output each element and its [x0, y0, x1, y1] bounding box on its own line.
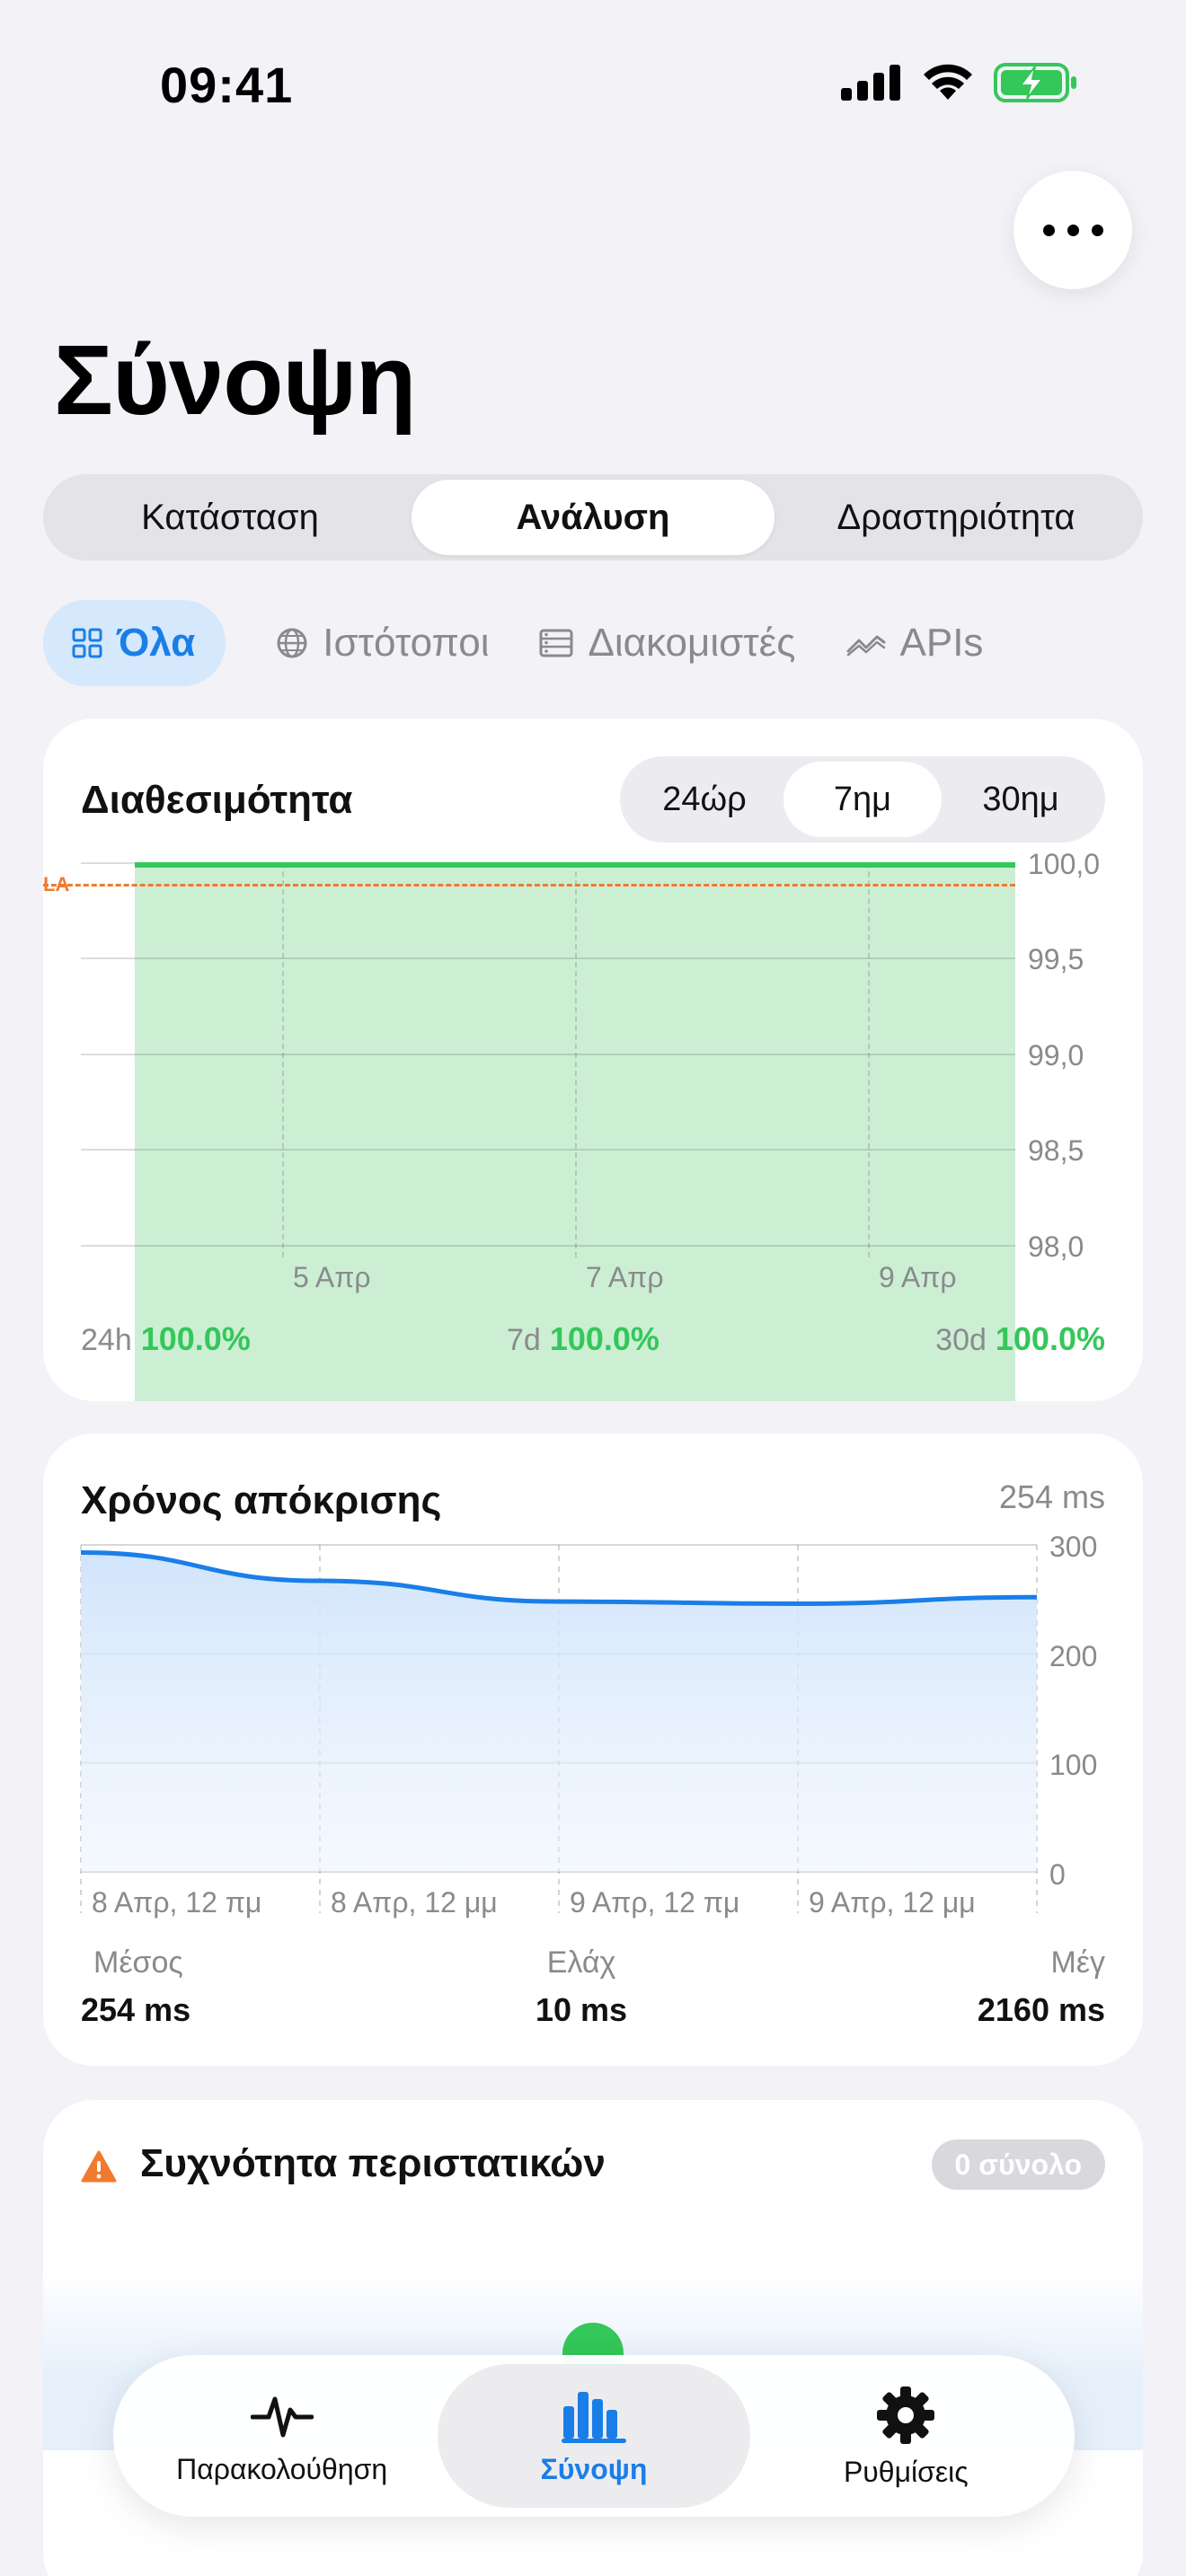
summary-value: 100.0% — [549, 1320, 659, 1357]
y-tick-label: 98,0 — [1028, 1231, 1084, 1263]
more-button[interactable] — [1013, 171, 1132, 289]
x-tick-label: 9 Απρ, 12 πμ — [570, 1886, 740, 1919]
grid-line — [81, 1054, 1015, 1055]
stat-value: 10 ms — [535, 1991, 628, 2028]
stat-min: Ελάχ 10 ms — [535, 1945, 627, 2029]
x-tick-label: 9 Απρ, 12 μμ — [809, 1886, 976, 1919]
view-segmented-control: Κατάσταση Ανάλυση Δραστηριότητα — [43, 474, 1143, 560]
cellular-signal-icon — [841, 65, 900, 101]
status-icons — [841, 63, 1078, 102]
range-30d[interactable]: 30ημ — [942, 762, 1100, 837]
incidents-count-badge: 0 σύνολο — [931, 2139, 1105, 2190]
y-tick-label: 99,0 — [1028, 1039, 1084, 1072]
stat-max: Μέγ 2160 ms — [978, 1945, 1105, 2029]
grid-icon — [72, 628, 102, 658]
filter-chip-label: Όλα — [117, 621, 196, 665]
availability-card: LA Διαθεσιμότητα 24ώρ 7ημ 30ημ 100,0 99,… — [43, 719, 1143, 1401]
filter-chip-all[interactable]: Όλα — [43, 600, 226, 686]
tab-label: Παρακολούθηση — [176, 2452, 388, 2485]
segment-activity[interactable]: Δραστηριότητα — [774, 480, 1137, 555]
app-screen: 09:41 Σύνοψη Κατάσταση Ανάλυση Δραστηριό — [0, 0, 1186, 2576]
y-tick-label: 100,0 — [1028, 848, 1101, 880]
y-tick-label: 99,5 — [1028, 943, 1084, 975]
segment-status[interactable]: Κατάσταση — [49, 480, 412, 555]
availability-title: Διαθεσιμότητα — [81, 778, 353, 822]
stat-label: Μέγ — [1050, 1945, 1105, 1980]
tab-settings[interactable]: Ρυθμίσεις — [750, 2364, 1062, 2508]
x-tick-label: 8 Απρ, 12 πμ — [92, 1886, 262, 1919]
segment-analysis[interactable]: Ανάλυση — [412, 480, 774, 555]
summary-value: 100.0% — [995, 1320, 1105, 1357]
response-time-card: Χρόνος απόκρισης 254 ms 300 200 100 0 8 … — [43, 1434, 1143, 2066]
incidents-title: Συχνότητα περιστατικών — [140, 2141, 606, 2185]
x-tick-label: 5 Απρ — [293, 1261, 371, 1293]
filter-chip-servers[interactable]: Διακομιστές — [539, 600, 796, 686]
server-icon — [539, 629, 573, 657]
y-tick-label: 98,5 — [1028, 1134, 1084, 1167]
stat-average: Μέσος 254 ms — [81, 1945, 190, 2029]
x-tick-label: 7 Απρ — [586, 1261, 664, 1293]
sla-label: LA — [43, 873, 70, 895]
range-24h[interactable]: 24ώρ — [625, 762, 783, 837]
grid-line-vertical — [575, 862, 577, 1257]
gear-icon — [877, 2386, 935, 2444]
bar-chart-icon — [561, 2391, 626, 2443]
filter-chip-label: APIs — [899, 621, 984, 665]
filter-chip-label: Διακομιστές — [588, 621, 796, 665]
grid-line — [81, 1245, 1015, 1247]
filter-chip-label: Ιστότοποι — [323, 621, 490, 665]
sla-threshold-line — [43, 884, 1015, 887]
summary-period: 24h — [81, 1323, 132, 1357]
availability-summary-30d: 30d 100.0% — [935, 1320, 1105, 1358]
more-dots-icon — [1042, 224, 1055, 236]
more-dots-icon-3 — [1091, 224, 1103, 236]
tab-label: Ρυθμίσεις — [843, 2455, 969, 2488]
filter-chip-websites[interactable]: Ιστότοποι — [276, 600, 489, 686]
globe-icon — [277, 628, 307, 658]
more-dots-icon-2 — [1067, 224, 1079, 236]
stat-value: 254 ms — [81, 1991, 191, 2028]
x-tick-label: 8 Απρ, 12 μμ — [331, 1886, 498, 1919]
status-time: 09:41 — [160, 57, 294, 113]
summary-period: 30d — [935, 1323, 987, 1357]
summary-period: 7d — [507, 1323, 541, 1357]
response-chart — [80, 1544, 1038, 1913]
grid-line-vertical — [282, 862, 284, 1257]
y-tick-label: 100 — [1049, 1749, 1098, 1781]
battery-charging-icon — [994, 63, 1076, 102]
grid-line — [81, 1149, 1015, 1151]
page-title: Σύνοψη — [54, 325, 416, 436]
tab-label: Σύνοψη — [540, 2452, 648, 2485]
heartbeat-icon — [250, 2396, 314, 2437]
warning-icon — [81, 2150, 117, 2183]
grid-line — [81, 957, 1015, 959]
summary-value: 100.0% — [140, 1320, 251, 1357]
availability-series-line — [135, 862, 1015, 868]
range-segmented-control: 24ώρ 7ημ 30ημ — [620, 756, 1105, 842]
tab-monitoring[interactable]: Παρακολούθηση — [126, 2364, 438, 2508]
filter-chips: Όλα Ιστότοποι Διακομιστές APIs — [43, 600, 1033, 686]
y-tick-label: 200 — [1049, 1640, 1098, 1672]
tab-overview[interactable]: Σύνοψη — [438, 2364, 750, 2508]
range-7d[interactable]: 7ημ — [783, 762, 942, 837]
availability-summary-7d: 7d 100.0% — [507, 1320, 659, 1358]
filter-chip-apis[interactable]: APIs — [846, 600, 984, 686]
wifi-icon — [924, 64, 972, 100]
y-tick-label: 0 — [1049, 1858, 1066, 1891]
stat-label: Ελάχ — [546, 1945, 616, 1980]
availability-summary-24h: 24h 100.0% — [81, 1320, 251, 1358]
x-tick-label: 9 Απρ — [879, 1261, 957, 1293]
tab-bar: Παρακολούθηση Σύνοψη Ρυθμίσεις — [113, 2355, 1075, 2517]
stat-label: Μέσος — [93, 1945, 183, 1980]
stat-value: 2160 ms — [977, 1991, 1105, 2028]
api-icon — [846, 635, 886, 657]
grid-line-vertical — [868, 862, 870, 1257]
y-tick-label: 300 — [1049, 1531, 1098, 1563]
